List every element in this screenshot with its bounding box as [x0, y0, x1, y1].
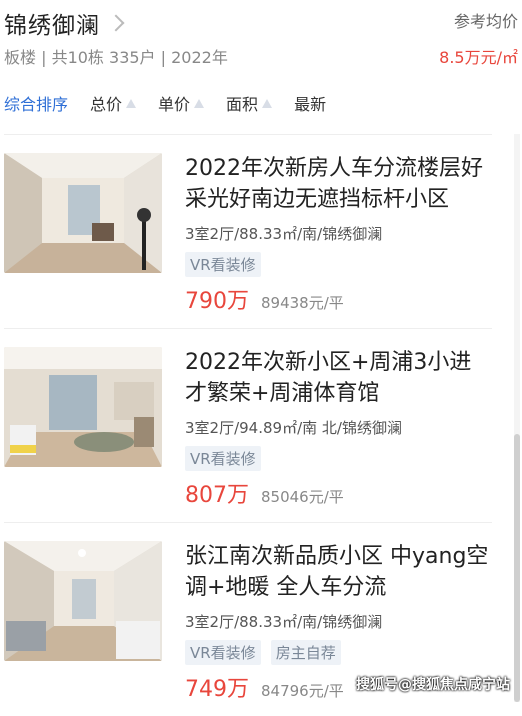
- sort-label: 综合排序: [4, 95, 69, 114]
- reference-price-label: 参考均价: [453, 12, 518, 31]
- sort-arrow-up-icon: [126, 98, 137, 108]
- listing-meta: 3室2厅/88.33㎡/南/锦绣御澜: [185, 225, 383, 243]
- listing-card[interactable]: 2022年次新小区+周浦3小进才繁荣+周浦体育馆 3室2厅/94.89㎡/南 北…: [0, 328, 494, 522]
- sort-total-price[interactable]: 总价: [90, 90, 137, 116]
- sort-label: 最新: [294, 95, 327, 114]
- sort-area[interactable]: 面积: [226, 90, 273, 116]
- vr-tag: VR看装修: [185, 252, 261, 277]
- chevron-right-icon: [107, 14, 125, 32]
- sort-arrow-up-icon: [262, 98, 273, 108]
- listing-photo: [4, 347, 162, 467]
- sort-unit-price[interactable]: 单价: [158, 90, 205, 116]
- sort-newest[interactable]: 最新: [294, 90, 326, 116]
- listing-unit-price: 85046元/平: [261, 488, 344, 506]
- community-header: 锦绣御澜 板楼 | 共10栋 335户 | 2022年 参考均价 8.5万元/㎡: [0, 0, 522, 80]
- listing-title: 张江南次新品质小区 中yang空调+地暖 全人车分流: [185, 544, 489, 600]
- sort-comprehensive[interactable]: 综合排序: [4, 90, 68, 116]
- sort-label: 面积: [226, 95, 259, 114]
- listing-photo: [4, 541, 162, 661]
- listing-title: 2022年次新房人车分流楼层好采光好南边无遮挡标杆小区: [185, 156, 483, 212]
- owner-recommend-tag: 房主自荐: [270, 640, 341, 665]
- scrollbar-thumb[interactable]: [514, 434, 520, 702]
- sort-bar: 综合排序 总价 单价 面积 最新: [0, 90, 522, 116]
- listing-meta: 3室2厅/94.89㎡/南 北/锦绣御澜: [185, 419, 402, 437]
- vr-tag: VR看装修: [185, 446, 261, 471]
- listing-unit-price: 84796元/平: [261, 682, 344, 700]
- listing-photo: [4, 153, 162, 273]
- listing-title: 2022年次新小区+周浦3小进才繁荣+周浦体育馆: [185, 350, 472, 406]
- vr-tag: VR看装修: [185, 640, 261, 665]
- listing-unit-price: 89438元/平: [261, 294, 344, 312]
- watermark: 搜狐号@搜狐焦点咸宁站: [356, 677, 510, 693]
- community-title-link[interactable]: 锦绣御澜: [4, 6, 125, 40]
- scrollbar[interactable]: [514, 134, 520, 702]
- community-title: 锦绣御澜: [4, 13, 100, 39]
- listing-price: 807万: [185, 483, 249, 508]
- listing-card[interactable]: 2022年次新房人车分流楼层好采光好南边无遮挡标杆小区 3室2厅/88.33㎡/…: [0, 134, 494, 328]
- sort-label: 总价: [90, 95, 123, 114]
- community-subinfo: 板楼 | 共10栋 335户 | 2022年: [4, 48, 228, 67]
- sort-arrow-up-icon: [194, 98, 205, 108]
- sort-label: 单价: [158, 95, 191, 114]
- listing-meta: 3室2厅/88.33㎡/南/锦绣御澜: [185, 613, 383, 631]
- reference-price-value: 8.5万元/㎡: [439, 48, 518, 67]
- listing-price: 790万: [185, 289, 249, 314]
- listing-price: 749万: [185, 677, 249, 702]
